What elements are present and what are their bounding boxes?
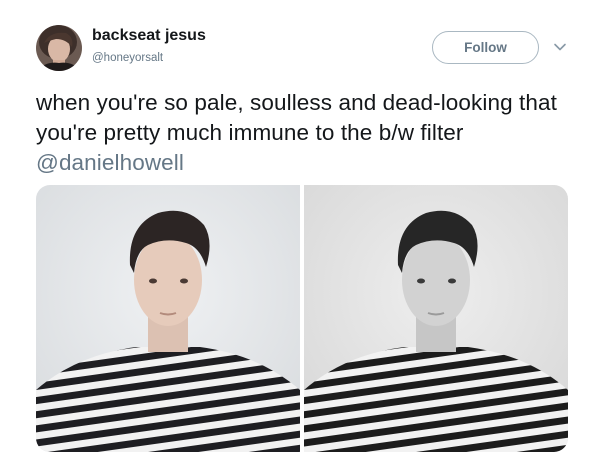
mention-link[interactable]: @danielhowell <box>36 150 184 175</box>
tweet-card: backseat jesus @honeyorsalt Follow when … <box>0 0 600 458</box>
photo-left[interactable] <box>36 185 300 452</box>
photo-right[interactable] <box>304 185 568 452</box>
avatar[interactable] <box>36 25 82 71</box>
tweet-media[interactable] <box>36 185 568 452</box>
user-handle[interactable]: @honeyorsalt <box>92 52 163 64</box>
tweet-body: when you're so pale, soulless and dead-l… <box>36 90 557 145</box>
display-name[interactable]: backseat jesus <box>92 27 206 45</box>
follow-button[interactable]: Follow <box>432 31 539 64</box>
chevron-down-icon[interactable] <box>553 40 567 54</box>
tweet-text: when you're so pale, soulless and dead-l… <box>36 88 584 178</box>
